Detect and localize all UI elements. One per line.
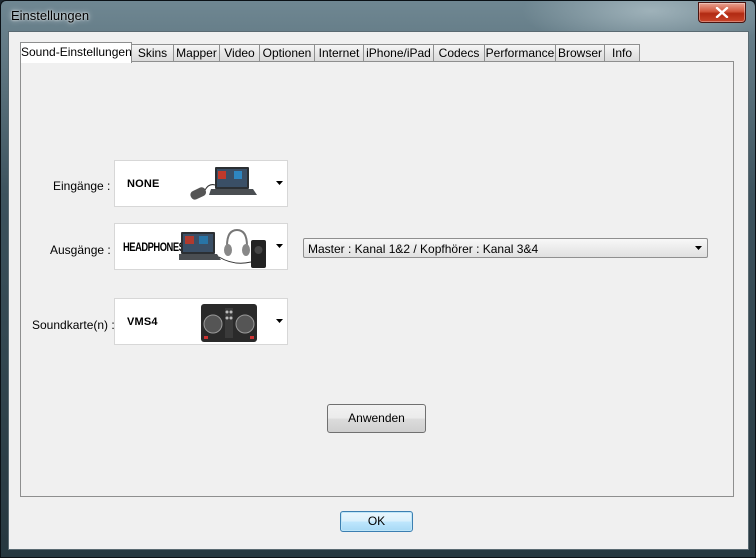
dialog-client-area: Sound-Einstellungen Skins Mapper Video O… (8, 31, 749, 550)
dj-controller-icon (201, 304, 257, 342)
apply-button[interactable]: Anwenden (327, 404, 426, 433)
window-title: Einstellungen (11, 8, 90, 23)
tab-skins[interactable]: Skins (131, 44, 174, 62)
tab-iphone-ipad[interactable]: iPhone/iPad (363, 44, 434, 62)
ok-button[interactable]: OK (340, 511, 413, 532)
close-x-icon (715, 7, 729, 18)
laptop-headphones-speaker-icon (179, 228, 266, 268)
tab-video[interactable]: Video (219, 44, 260, 62)
tab-internet[interactable]: Internet (314, 44, 364, 62)
tab-options[interactable]: Optionen (259, 44, 315, 62)
inputs-value: NONE (127, 178, 160, 190)
tab-mapper[interactable]: Mapper (173, 44, 220, 62)
inputs-select[interactable]: NONE (114, 160, 288, 207)
close-button[interactable] (698, 2, 746, 23)
tab-info[interactable]: Info (604, 44, 640, 62)
soundcard-label: Soundkarte(n) : (32, 318, 115, 332)
chevron-down-icon (276, 181, 283, 185)
inputs-label: Eingänge : (53, 179, 111, 193)
sound-settings-panel: Eingänge : NONE Ausgänge : HEADPHONES Ma… (20, 61, 734, 497)
channel-routing-select[interactable]: Master : Kanal 1&2 / Kopfhörer : Kanal 3… (303, 238, 708, 258)
tab-sound-settings[interactable]: Sound-Einstellungen (20, 42, 132, 63)
title-bar[interactable]: Einstellungen (1, 1, 755, 51)
settings-window: Einstellungen Sound-Einstellungen Skins … (0, 0, 756, 558)
laptop-mixer-icon (190, 167, 257, 200)
chevron-down-icon (276, 244, 283, 248)
chevron-down-icon (695, 246, 702, 250)
outputs-select[interactable]: HEADPHONES (114, 223, 288, 270)
tab-codecs[interactable]: Codecs (433, 44, 485, 62)
outputs-value: HEADPHONES (123, 240, 185, 254)
channel-routing-value: Master : Kanal 1&2 / Kopfhörer : Kanal 3… (308, 242, 539, 256)
tab-browser[interactable]: Browser (555, 44, 605, 62)
tab-performance[interactable]: Performance (484, 44, 556, 62)
soundcard-value: VMS4 (127, 316, 158, 328)
chevron-down-icon (276, 319, 283, 323)
soundcard-select[interactable]: VMS4 (114, 298, 288, 345)
outputs-label: Ausgänge : (50, 243, 111, 257)
